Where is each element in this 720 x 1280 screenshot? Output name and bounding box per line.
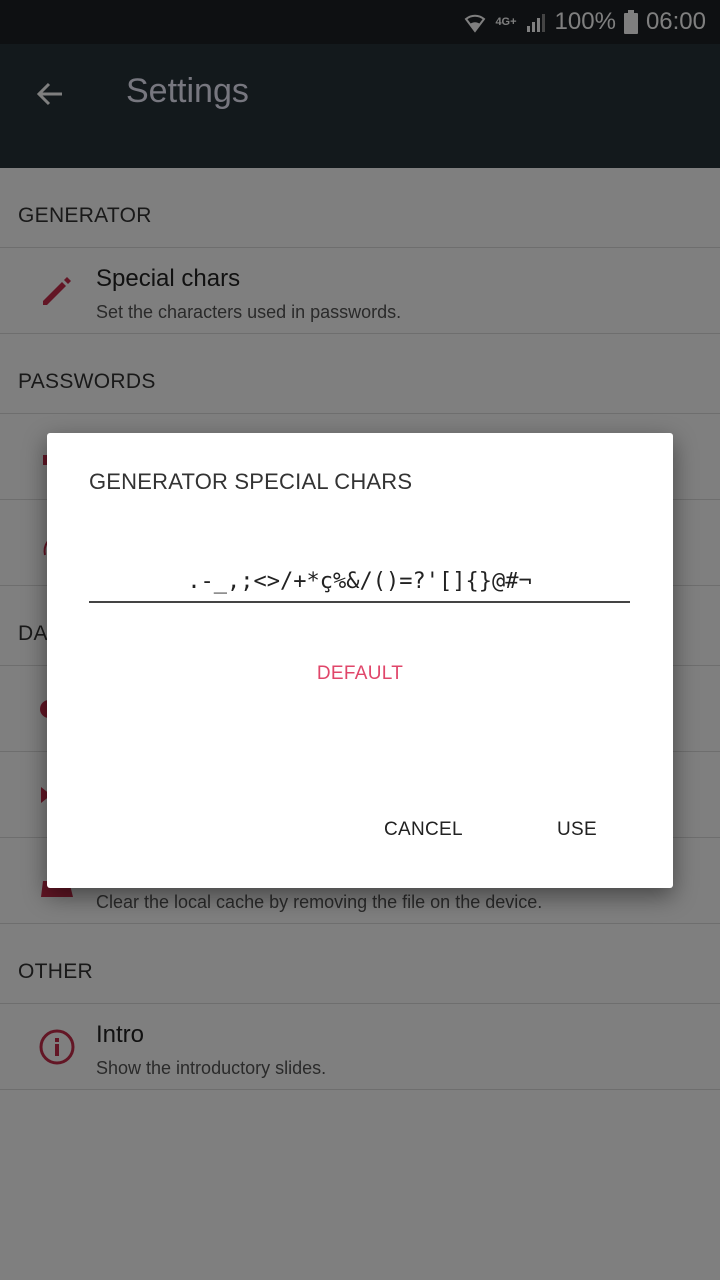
use-button[interactable]: USE	[557, 819, 597, 841]
cancel-button[interactable]: CANCEL	[384, 819, 463, 841]
dialog-title: GENERATOR SPECIAL CHARS	[89, 469, 413, 494]
special-chars-input[interactable]	[89, 561, 630, 603]
special-chars-dialog: GENERATOR SPECIAL CHARS DEFAULT CANCEL U…	[47, 433, 673, 888]
default-button[interactable]: DEFAULT	[47, 663, 673, 685]
